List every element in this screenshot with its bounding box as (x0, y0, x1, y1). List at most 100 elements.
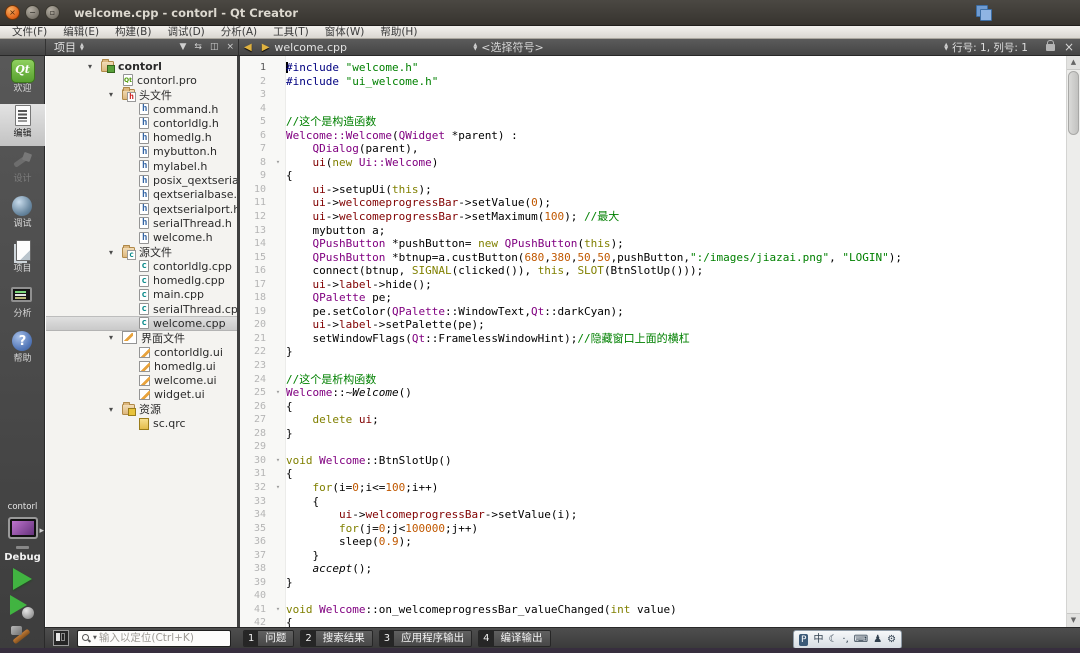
scroll-up-icon[interactable]: ▲ (1067, 56, 1080, 70)
code-line[interactable]: 33 { (240, 495, 1066, 509)
ime-logo-icon[interactable]: P (799, 634, 808, 646)
fold-marker-icon[interactable]: ▾ (270, 481, 286, 495)
tree-item-homedlg-h[interactable]: homedlg.h (46, 130, 237, 144)
ime-punctuation-icon[interactable]: ·, (842, 632, 848, 647)
mode-analyze[interactable]: 分析 (0, 284, 45, 326)
fold-marker-icon[interactable]: ▾ (270, 386, 286, 400)
tree-item-welcome-h[interactable]: welcome.h (46, 231, 237, 245)
code-line[interactable]: 17 ui->label->hide(); (240, 278, 1066, 292)
expander-icon[interactable]: ▾ (109, 333, 122, 342)
tree-item-serialthread-h[interactable]: serialThread.h (46, 216, 237, 230)
cursor-combo-arrows-icon[interactable] (944, 43, 948, 51)
code-line[interactable]: 7 QDialog(parent), (240, 142, 1066, 156)
code-line[interactable]: 34 ui->welcomeprogressBar->setValue(i); (240, 508, 1066, 522)
code-line[interactable]: 2#include "ui_welcome.h" (240, 75, 1066, 89)
code-line[interactable]: 18 QPalette pe; (240, 291, 1066, 305)
ime-chinese-mode-icon[interactable]: 中 (813, 632, 823, 647)
code-line[interactable]: 1#include "welcome.h" (240, 61, 1066, 75)
code-line[interactable]: 4 (240, 102, 1066, 116)
code-line[interactable]: 15 QPushButton *btnup=a.custButton(680,3… (240, 251, 1066, 265)
output-pane-3[interactable]: 3应用程序输出 (379, 630, 472, 647)
open-document-combo[interactable]: welcome.cpp (274, 41, 469, 54)
code-line[interactable]: 36 sleep(0.9); (240, 535, 1066, 549)
close-editor-icon[interactable]: × (1064, 40, 1074, 54)
menu-item-1[interactable]: 文件(F) (4, 26, 55, 38)
locator-dropdown-icon[interactable]: ▼ (93, 635, 97, 641)
fold-marker-icon[interactable]: ▾ (270, 156, 286, 170)
code-line[interactable]: 20 ui->label->setPalette(pe); (240, 318, 1066, 332)
tree-item-mylabel-h[interactable]: mylabel.h (46, 159, 237, 173)
output-pane-4[interactable]: 4编译输出 (478, 630, 550, 647)
menu-item-8[interactable]: 帮助(H) (372, 26, 425, 38)
code-line[interactable]: 29 (240, 440, 1066, 454)
fold-marker-icon[interactable]: ▾ (270, 454, 286, 468)
mode-projects[interactable]: 项目 (0, 239, 45, 281)
code-line[interactable]: 32▾ for(i=0;i<=100;i++) (240, 481, 1066, 495)
code-line[interactable]: 6Welcome::Welcome(QWidget *parent) : (240, 129, 1066, 143)
code-line[interactable]: 23 (240, 359, 1066, 373)
mode-design[interactable]: 设计 (0, 149, 45, 191)
ime-settings-icon[interactable]: ⚙ (887, 632, 896, 647)
sync-with-editor-icon[interactable]: ⇆ (194, 42, 202, 52)
forward-icon[interactable]: ▶ (262, 42, 270, 53)
mode-debug[interactable]: 调试 (0, 194, 45, 236)
tree-item-item[interactable]: ▾源文件 (46, 245, 237, 259)
code-line[interactable]: 14 QPushButton *pushButton= new QPushBut… (240, 237, 1066, 251)
code-line[interactable]: 10 ui->setupUi(this); (240, 183, 1066, 197)
ime-user-icon[interactable]: ♟ (873, 632, 882, 647)
output-pane-2[interactable]: 2搜索结果 (300, 630, 372, 647)
back-icon[interactable]: ◀ (244, 42, 252, 53)
code-line[interactable]: 3 (240, 88, 1066, 102)
tree-item-posix-qextserialport-h[interactable]: posix_qextserialport.h (46, 173, 237, 187)
tree-item-widget-ui[interactable]: widget.ui (46, 388, 237, 402)
code-line[interactable]: 12 ui->welcomeprogressBar->setMaximum(10… (240, 210, 1066, 224)
split-icon[interactable]: ◫ (210, 42, 219, 52)
tree-item-homedlg-ui[interactable]: homedlg.ui (46, 359, 237, 373)
code-line[interactable]: 25▾Welcome::~Welcome() (240, 386, 1066, 400)
tree-item-contorldlg-cpp[interactable]: contorldlg.cpp (46, 259, 237, 273)
tree-item-item[interactable]: ▾资源 (46, 402, 237, 416)
pane-combo-arrows-icon[interactable] (80, 43, 84, 51)
menu-item-5[interactable]: 分析(A) (213, 26, 265, 38)
tree-item-main-cpp[interactable]: main.cpp (46, 288, 237, 302)
mode-edit[interactable]: 编辑 (0, 104, 45, 146)
locator-input[interactable] (99, 632, 219, 644)
code-line[interactable]: 42{ (240, 616, 1066, 627)
mode-welcome[interactable]: 欢迎 (0, 59, 45, 101)
code-line[interactable]: 27 delete ui; (240, 413, 1066, 427)
code-line[interactable]: 26{ (240, 400, 1066, 414)
mode-help[interactable]: 帮助 (0, 329, 45, 371)
fold-marker-icon[interactable]: ▾ (270, 603, 286, 617)
window-close-icon[interactable]: × (5, 5, 20, 20)
code-line[interactable]: 9{ (240, 169, 1066, 183)
window-maximize-icon[interactable]: ▫ (45, 5, 60, 20)
expander-icon[interactable]: ▾ (109, 90, 122, 99)
tree-item-qextserialport-h[interactable]: qextserialport.h (46, 202, 237, 216)
tree-item-contorldlg-ui[interactable]: contorldlg.ui (46, 345, 237, 359)
code-line[interactable]: 5//这个是构造函数 (240, 115, 1066, 129)
pane-selector[interactable]: 项目 (46, 39, 76, 55)
menu-item-7[interactable]: 窗体(W) (317, 26, 373, 38)
debug-run-button[interactable] (10, 595, 36, 619)
code-line[interactable]: 24//这个是析构函数 (240, 373, 1066, 387)
tree-item-qextserialbase-h[interactable]: qextserialbase.h (46, 188, 237, 202)
code-line[interactable]: 8▾ ui(new Ui::Welcome) (240, 156, 1066, 170)
tree-item-contorl[interactable]: ▾contorl (46, 59, 237, 73)
code-line[interactable]: 28} (240, 427, 1066, 441)
tree-item-mybutton-h[interactable]: mybutton.h (46, 145, 237, 159)
build-button[interactable] (10, 624, 36, 648)
ime-halfwidth-icon[interactable]: ☾ (828, 632, 837, 647)
code-line[interactable]: 22} (240, 345, 1066, 359)
tree-item-welcome-cpp[interactable]: welcome.cpp (46, 316, 237, 330)
kit-selector-button[interactable] (0, 517, 45, 547)
code-line[interactable]: 37 } (240, 549, 1066, 563)
tree-item-welcome-ui[interactable]: welcome.ui (46, 374, 237, 388)
code-line[interactable]: 30▾void Welcome::BtnSlotUp() (240, 454, 1066, 468)
tree-item-item[interactable]: ▾头文件 (46, 88, 237, 102)
tree-item-contorldlg-h[interactable]: contorldlg.h (46, 116, 237, 130)
lock-icon[interactable] (1046, 44, 1055, 51)
scrollbar-thumb[interactable] (1068, 71, 1079, 135)
tree-item-homedlg-cpp[interactable]: homedlg.cpp (46, 273, 237, 287)
tree-item-sc-qrc[interactable]: sc.qrc (46, 416, 237, 430)
code-line[interactable]: 39} (240, 576, 1066, 590)
